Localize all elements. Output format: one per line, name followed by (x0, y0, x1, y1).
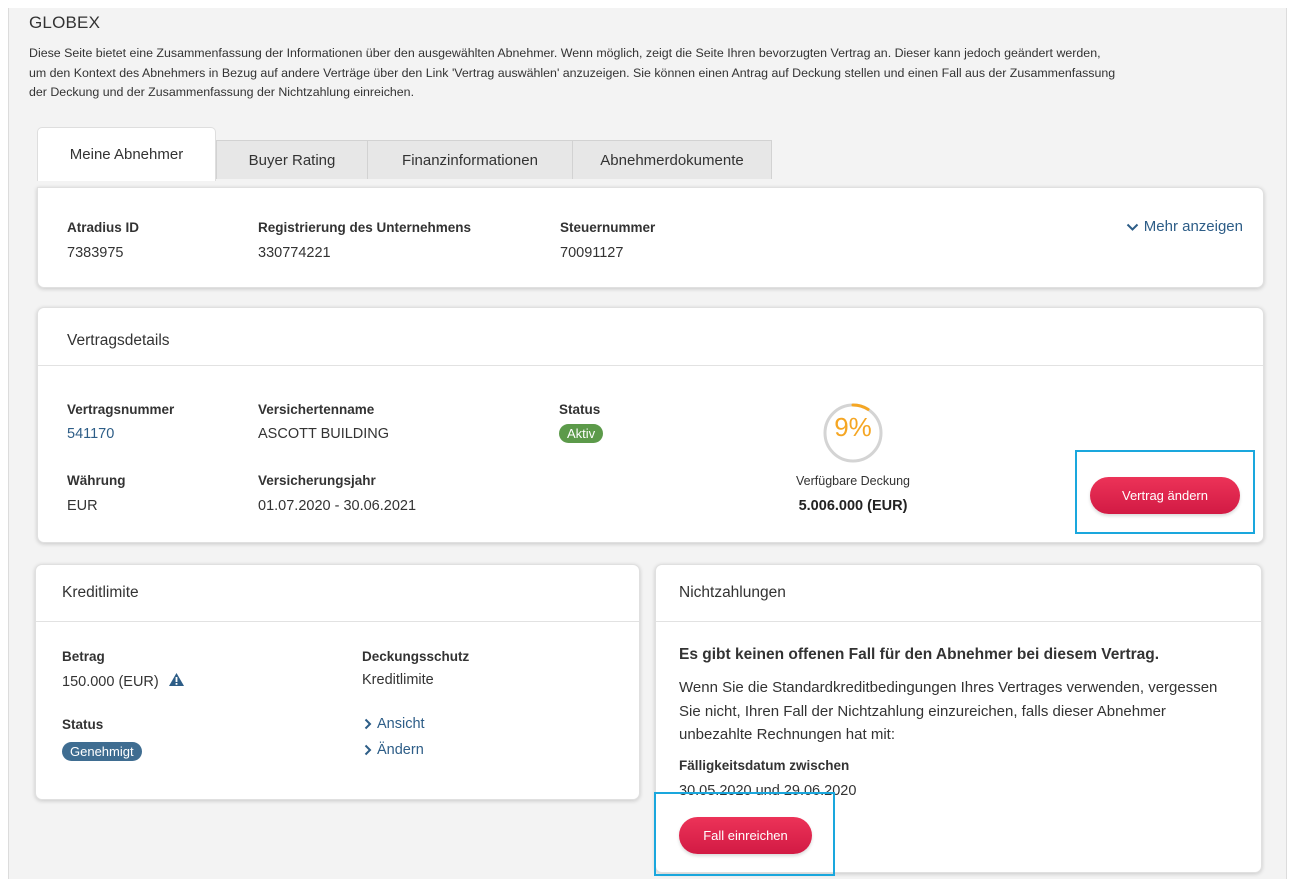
change-link[interactable]: Ändern (364, 742, 424, 758)
view-link[interactable]: Ansicht (364, 716, 425, 732)
tab-finanzinformationen[interactable]: Finanzinformationen (367, 140, 573, 179)
credit-status-label: Status (62, 717, 104, 732)
registration-label: Registrierung des Unternehmens (258, 220, 472, 235)
due-date-value: 30.05.2020 und 29.06.2020 (679, 783, 857, 799)
tab-buyer-rating[interactable]: Buyer Rating (216, 140, 368, 179)
due-date-label: Fälligkeitsdatum zwischen (679, 758, 850, 773)
insured-name-value: ASCOTT BUILDING (258, 426, 390, 442)
registration-value: 330774221 (258, 245, 331, 261)
status-badge-active: Aktiv (559, 424, 604, 443)
amount-value: 150.000 (EUR) (62, 672, 185, 690)
currency-label: Währung (67, 473, 126, 488)
nonpayment-title: Nichtzahlungen (679, 584, 786, 601)
change-link-label: Ändern (377, 742, 424, 758)
contract-status-label: Status (559, 402, 601, 417)
page-intro: Diese Seite bietet eine Zusammenfassung … (29, 46, 1116, 100)
tax-number-value: 70091127 (560, 245, 624, 261)
submit-case-button[interactable]: Fall einreichen (679, 817, 812, 854)
insured-name-label: Versichertenname (258, 402, 375, 417)
contract-details-header: Vertragsdetails (38, 308, 1263, 366)
contract-number-link[interactable]: 541170 (67, 426, 114, 442)
contract-details-title: Vertragsdetails (67, 332, 170, 349)
chevron-down-icon (1126, 223, 1138, 231)
protection-value: Kreditlimite (362, 672, 434, 688)
more-details-label: Mehr anzeigen (1143, 218, 1243, 235)
nonpayment-headline: Es gibt keinen offenen Fall für den Abne… (679, 646, 1160, 663)
warning-icon[interactable] (168, 672, 185, 687)
status-badge-approved: Genehmigt (62, 742, 142, 761)
atradius-id-value: 7383975 (67, 245, 124, 261)
tab-meine-abnehmer[interactable]: Meine Abnehmer (37, 127, 216, 181)
amount-label: Betrag (62, 649, 105, 664)
credit-limit-title: Kreditlimite (62, 584, 139, 601)
credit-limit-header: Kreditlimite (36, 565, 639, 622)
atradius-id-label: Atradius ID (67, 220, 140, 235)
chevron-right-icon (364, 718, 372, 730)
insurance-year-label: Versicherungsjahr (258, 473, 376, 488)
available-coverage-value: 5.006.000 (EUR) (798, 498, 908, 514)
insurance-year-value: 01.07.2020 - 30.06.2021 (258, 498, 417, 514)
nonpayment-body: Wenn Sie die Standardkreditbedingungen I… (679, 679, 1218, 743)
amount-text: 150.000 (EUR) (62, 674, 159, 690)
contract-number-label: Vertragsnummer (67, 402, 175, 417)
credit-limit-card: Kreditlimite Betrag 150.000 (EUR) Deckun… (35, 564, 640, 800)
page-title: GLOBEX (29, 13, 101, 32)
buyer-summary-card: Atradius ID 7383975 Registrierung des Un… (37, 187, 1264, 288)
tab-abnehmerdokumente[interactable]: Abnehmerdokumente (572, 140, 772, 179)
gauge-percent: 9% (834, 412, 872, 442)
nonpayment-card: Nichtzahlungen Es gibt keinen offenen Fa… (655, 564, 1262, 873)
chevron-right-icon (364, 744, 372, 756)
more-details-link[interactable]: Mehr anzeigen (1126, 218, 1243, 235)
nonpayment-header: Nichtzahlungen (656, 565, 1261, 622)
tax-number-label: Steuernummer (560, 220, 656, 235)
currency-value: EUR (67, 498, 98, 514)
view-link-label: Ansicht (377, 716, 425, 732)
available-coverage-label: Verfügbare Deckung (796, 474, 910, 488)
contract-details-card: Vertragsdetails Vertragsnummer 541170 Ve… (37, 307, 1264, 543)
change-contract-button[interactable]: Vertrag ändern (1090, 477, 1240, 514)
protection-label: Deckungsschutz (362, 649, 470, 664)
